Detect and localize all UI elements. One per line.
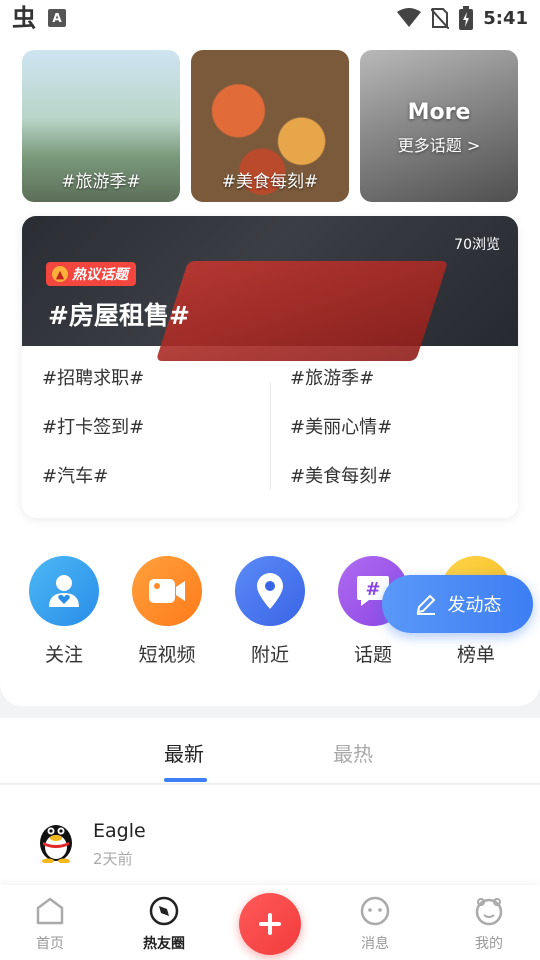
nav-label: 我的: [475, 936, 503, 952]
avatar[interactable]: [36, 815, 76, 863]
shortcut-label: 关注: [44, 644, 83, 666]
post-timestamp: 2天前: [93, 850, 133, 868]
location-icon: [235, 556, 305, 626]
tab-indicator: [164, 778, 207, 782]
hot-topic-item[interactable]: #打卡签到#: [42, 413, 272, 462]
shortcut-nearby[interactable]: 附近: [225, 556, 315, 667]
profile-icon: [473, 895, 505, 927]
post-button-label: 发动态: [447, 595, 502, 616]
battery-icon: [459, 6, 474, 30]
home-icon: [34, 895, 66, 927]
hot-topic-title: #房屋租售#: [48, 301, 190, 330]
pencil-icon: [416, 594, 435, 615]
bug-icon: 虫: [12, 4, 36, 32]
hot-topic-item[interactable]: #旅游季#: [290, 364, 518, 413]
follow-icon: [29, 556, 99, 626]
status-bar: 虫 A 5:41: [0, 0, 540, 36]
hot-topic-panel: ▲ 热议话题 #房屋租售# 70浏览 #招聘求职# #打卡签到# #汽车# #旅…: [22, 216, 518, 518]
post-status-button[interactable]: 发动态: [382, 575, 533, 633]
nav-mine[interactable]: 我的: [449, 895, 529, 953]
shortcut-label: 榜单: [456, 644, 495, 666]
feed-tabs: 最新 最热: [0, 718, 540, 784]
video-icon: [132, 556, 202, 626]
message-icon: [359, 895, 391, 927]
hot-topic-item[interactable]: #汽车#: [42, 462, 272, 511]
more-title: More: [407, 100, 471, 125]
svg-text:#: #: [365, 579, 380, 600]
nav-label: 热友圈: [143, 936, 185, 952]
tab-hottest[interactable]: 最热: [333, 738, 373, 767]
discover-section: #旅游季# #美食每刻# More 更多话题 > ▲ 热议话题 #房屋租售# 7…: [0, 36, 540, 706]
shortcut-follow[interactable]: 关注: [19, 556, 109, 667]
topic-carousel: #旅游季# #美食每刻# More 更多话题 >: [22, 50, 518, 202]
hot-topic-column-left: #招聘求职# #打卡签到# #汽车#: [42, 364, 272, 511]
topic-card-more[interactable]: More 更多话题 >: [360, 50, 518, 202]
shortcut-label: 短视频: [138, 644, 196, 666]
hot-topic-item[interactable]: #美食每刻#: [290, 462, 518, 511]
divider: [270, 382, 271, 490]
more-subtitle: 更多话题 >: [397, 136, 481, 155]
clock: 5:41: [483, 7, 528, 29]
nav-home[interactable]: 首页: [10, 895, 90, 953]
feed-post[interactable]: Eagle 2天前: [0, 785, 540, 885]
hot-topic-column-right: #旅游季# #美丽心情# #美食每刻#: [290, 364, 518, 511]
hot-topic-badge: ▲ 热议话题: [46, 262, 136, 286]
nav-label: 消息: [361, 936, 389, 952]
compass-icon: [148, 895, 180, 927]
topic-label: #旅游季#: [61, 172, 141, 192]
shortcut-label: 话题: [353, 644, 392, 666]
shortcut-video[interactable]: 短视频: [122, 556, 212, 667]
hot-topic-item[interactable]: #美丽心情#: [290, 413, 518, 462]
flame-icon: ▲: [52, 266, 68, 282]
plus-icon: [259, 913, 281, 935]
shortcut-label: 附近: [250, 644, 289, 666]
nav-circle[interactable]: 热友圈: [124, 895, 204, 953]
nav-messages[interactable]: 消息: [335, 895, 415, 953]
post-author[interactable]: Eagle: [93, 820, 146, 842]
view-count: 70浏览: [454, 237, 500, 253]
topic-card-travel[interactable]: #旅游季#: [22, 50, 180, 202]
bottom-navigation: 首页 热友圈 消息 我的: [0, 885, 540, 960]
tab-latest[interactable]: 最新: [164, 738, 204, 767]
wifi-icon: [397, 8, 422, 27]
no-sim-icon: [431, 8, 450, 29]
nav-label: 首页: [36, 936, 64, 952]
hot-topic-item[interactable]: #招聘求职#: [42, 364, 272, 413]
topic-label: #美食每刻#: [221, 172, 319, 192]
hot-topic-list: #招聘求职# #打卡签到# #汽车# #旅游季# #美丽心情# #美食每刻#: [22, 346, 518, 518]
hot-topic-banner[interactable]: ▲ 热议话题 #房屋租售# 70浏览: [22, 216, 518, 361]
a-icon: A: [48, 9, 66, 27]
hot-badge-label: 热议话题: [72, 267, 128, 283]
topic-card-food[interactable]: #美食每刻#: [191, 50, 349, 202]
create-button[interactable]: [239, 893, 301, 955]
